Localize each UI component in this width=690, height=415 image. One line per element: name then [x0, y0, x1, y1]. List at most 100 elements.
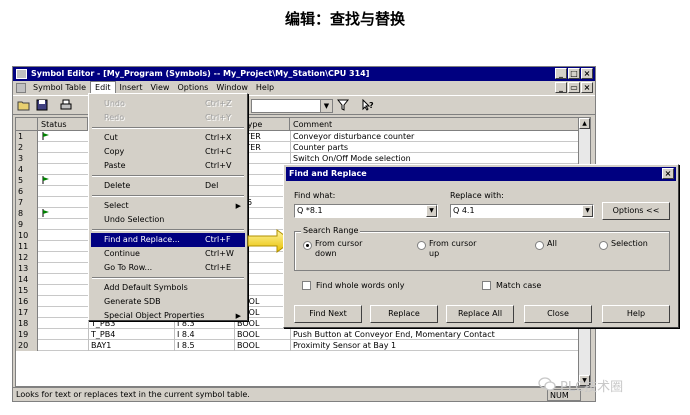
menu-item-add-default-symbols[interactable]: Add Default Symbols — [91, 281, 245, 295]
find-next-button[interactable]: Find Next — [294, 305, 362, 323]
chevron-down-icon[interactable]: ▼ — [426, 205, 437, 217]
row-number[interactable]: 1 — [16, 131, 38, 142]
comment-cell[interactable]: Proximity Sensor at Bay 1 — [290, 340, 580, 351]
status-cell[interactable] — [38, 164, 52, 175]
table-row[interactable]: 20 BAY1 I 8.5 BOOL Proximity Sensor at Bay 1 — [16, 340, 590, 351]
minimize-button[interactable]: _ — [555, 68, 567, 79]
comment-cell[interactable]: Conveyor disturbance counter — [290, 131, 580, 142]
chevron-down-icon[interactable]: ▼ — [582, 205, 593, 217]
row-number[interactable]: 12 — [16, 252, 38, 263]
status-cell[interactable] — [38, 219, 52, 230]
dialog-close-icon[interactable]: × — [662, 168, 674, 179]
row-number[interactable]: 15 — [16, 285, 38, 296]
row-number[interactable]: 3 — [16, 153, 38, 164]
status-cell[interactable] — [38, 285, 52, 296]
menu-item-undo-selection[interactable]: Undo Selection — [91, 213, 245, 227]
print-icon[interactable] — [59, 99, 73, 112]
menu-item-go-to-row[interactable]: Go To Row... Ctrl+E — [91, 261, 245, 275]
options-button[interactable]: Options << — [602, 202, 670, 220]
row-number[interactable]: 17 — [16, 307, 38, 318]
match-case-checkbox[interactable] — [482, 281, 491, 290]
close-button[interactable]: × — [581, 68, 593, 79]
find-what-input[interactable]: Q *8.1 ▼ — [294, 204, 438, 218]
menu-help[interactable]: Help — [252, 81, 278, 95]
row-number[interactable]: 7 — [16, 197, 38, 208]
menu-item-copy[interactable]: Copy Ctrl+C — [91, 145, 245, 159]
row-number[interactable]: 13 — [16, 263, 38, 274]
replace-with-input[interactable]: Q 4.1 ▼ — [450, 204, 594, 218]
status-cell[interactable] — [38, 208, 52, 219]
dialog-titlebar[interactable]: Find and Replace × — [286, 167, 676, 181]
maximize-button[interactable]: □ — [568, 68, 580, 79]
mdi-minimize-button[interactable]: _ — [555, 82, 567, 93]
header-comment[interactable]: Comment — [290, 118, 580, 131]
radio-from-cursor-down[interactable] — [303, 241, 312, 250]
row-number[interactable]: 16 — [16, 296, 38, 307]
header-status[interactable]: Status — [38, 118, 88, 131]
menu-item-generate-sdb[interactable]: Generate SDB — [91, 295, 245, 309]
radio-from-cursor-up[interactable] — [417, 241, 426, 250]
row-number[interactable]: 11 — [16, 241, 38, 252]
radio-selection[interactable] — [599, 241, 608, 250]
document-icon[interactable] — [16, 83, 26, 93]
comment-cell[interactable]: Switch On/Off Mode selection — [290, 153, 580, 164]
status-cell[interactable] — [38, 274, 52, 285]
whole-words-checkbox[interactable] — [302, 281, 311, 290]
comment-cell[interactable]: Counter parts — [290, 142, 580, 153]
window-titlebar[interactable]: Symbol Editor - [My_Program (Symbols) --… — [13, 67, 595, 81]
help-icon[interactable]: ? — [361, 98, 375, 112]
help-button[interactable]: Help — [602, 305, 670, 323]
address-cell[interactable]: I 8.4 — [174, 329, 234, 340]
row-number[interactable]: 20 — [16, 340, 38, 351]
menu-item-continue[interactable]: Continue Ctrl+W — [91, 247, 245, 261]
data-type-cell[interactable]: BOOL — [234, 329, 290, 340]
menu-item-find-and-replace[interactable]: Find and Replace... Ctrl+F — [91, 233, 245, 247]
status-cell[interactable] — [38, 329, 52, 340]
symbol-cell[interactable]: T_PB4 — [88, 329, 174, 340]
row-number[interactable]: 4 — [16, 164, 38, 175]
filter-icon[interactable] — [336, 99, 351, 112]
row-number[interactable]: 19 — [16, 329, 38, 340]
menu-item-select[interactable]: Select ▶ — [91, 199, 245, 213]
filter-combo[interactable]: ▼ — [251, 99, 333, 113]
row-number[interactable]: 5 — [16, 175, 38, 186]
data-type-cell[interactable]: BOOL — [234, 340, 290, 351]
open-icon[interactable] — [17, 99, 31, 112]
mdi-close-button[interactable]: × — [581, 82, 593, 93]
row-number[interactable]: 18 — [16, 318, 38, 329]
row-number[interactable]: 9 — [16, 219, 38, 230]
replace-all-button[interactable]: Replace All — [446, 305, 514, 323]
status-cell[interactable] — [38, 318, 52, 329]
row-number[interactable]: 14 — [16, 274, 38, 285]
radio-all[interactable] — [535, 241, 544, 250]
menu-symbol-table[interactable]: Symbol Table — [29, 81, 90, 95]
menu-item-paste[interactable]: Paste Ctrl+V — [91, 159, 245, 173]
row-number[interactable]: 6 — [16, 186, 38, 197]
menu-item-delete[interactable]: Delete Del — [91, 179, 245, 193]
status-cell[interactable] — [38, 252, 52, 263]
status-cell[interactable] — [38, 307, 52, 318]
status-cell[interactable] — [38, 153, 52, 164]
symbol-cell[interactable]: BAY1 — [88, 340, 174, 351]
status-cell[interactable] — [38, 186, 52, 197]
status-cell[interactable] — [38, 131, 52, 142]
address-cell[interactable]: I 8.5 — [174, 340, 234, 351]
save-icon[interactable] — [35, 99, 49, 112]
menu-item-cut[interactable]: Cut Ctrl+X — [91, 131, 245, 145]
status-cell[interactable] — [38, 175, 52, 186]
close-button[interactable]: Close — [524, 305, 592, 323]
mdi-restore-button[interactable]: ▭ — [568, 82, 580, 93]
status-cell[interactable] — [38, 340, 52, 351]
scroll-up-icon[interactable]: ▲ — [579, 118, 590, 129]
chevron-down-icon[interactable]: ▼ — [320, 100, 332, 112]
status-cell[interactable] — [38, 197, 52, 208]
menu-item-undo[interactable]: Undo Ctrl+Z — [91, 97, 245, 111]
row-number[interactable]: 2 — [16, 142, 38, 153]
menu-item-redo[interactable]: Redo Ctrl+Y — [91, 111, 245, 125]
table-row[interactable]: 19 T_PB4 I 8.4 BOOL Push Button at Conveyor … — [16, 329, 590, 340]
row-number[interactable]: 8 — [16, 208, 38, 219]
menu-item-special-object-properties[interactable]: Special Object Properties ▶ — [91, 309, 245, 323]
status-cell[interactable] — [38, 263, 52, 274]
status-cell[interactable] — [38, 142, 52, 153]
status-cell[interactable] — [38, 296, 52, 307]
